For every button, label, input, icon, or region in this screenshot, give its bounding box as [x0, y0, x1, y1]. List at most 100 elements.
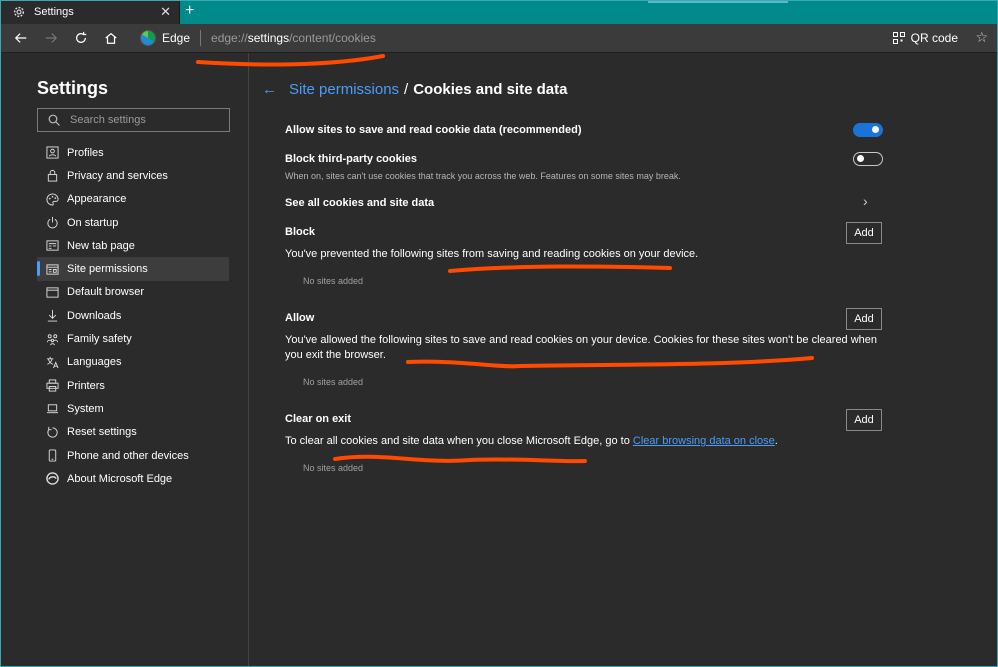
- clear-on-exit-desc: To clear all cookies and site data when …: [285, 435, 778, 447]
- sidebar-nav: Profiles Privacy and services Appearance…: [37, 141, 229, 490]
- home-button[interactable]: [96, 24, 126, 52]
- title-bar: Settings ✕ +: [0, 0, 998, 24]
- lock-icon: [47, 170, 57, 182]
- laptop-icon: [46, 404, 58, 414]
- clear-on-exit-empty-text: No sites added: [303, 463, 364, 473]
- arrow-right-icon: [45, 33, 58, 43]
- site-permissions-icon: [45, 264, 59, 275]
- plus-icon[interactable]: +: [185, 2, 194, 20]
- newtab-icon: [45, 240, 59, 251]
- sidebar-item-startup[interactable]: On startup: [37, 211, 229, 234]
- browser-label: Edge: [162, 31, 191, 45]
- block-third-party-title: Block third-party cookies: [285, 153, 418, 165]
- refresh-button[interactable]: [66, 24, 96, 52]
- sidebar-item-label: Phone and other devices: [67, 449, 189, 462]
- back-arrow-icon[interactable]: ←: [262, 81, 277, 98]
- qr-code-button[interactable]: QR code: [892, 24, 958, 52]
- address-bar[interactable]: Edge edge://settings/content/cookies: [140, 24, 376, 52]
- tab-settings[interactable]: Settings ✕: [0, 0, 180, 24]
- toggle-knob: [872, 126, 879, 133]
- sidebar-item-label: Site permissions: [67, 263, 148, 276]
- sidebar-item-label: Family safety: [67, 333, 132, 346]
- sidebar-item-label: Privacy and services: [67, 169, 168, 182]
- palette-icon: [46, 193, 59, 206]
- allow-section-desc: You've allowed the following sites to sa…: [285, 334, 878, 361]
- clear-browsing-data-link[interactable]: Clear browsing data on close: [633, 435, 775, 447]
- download-icon: [47, 310, 57, 322]
- block-empty-text: No sites added: [303, 276, 364, 286]
- close-icon[interactable]: ✕: [160, 4, 171, 20]
- qr-code-icon: [892, 32, 905, 44]
- page-title: Cookies and site data: [413, 81, 568, 98]
- browser-icon: [45, 287, 59, 298]
- power-icon: [46, 216, 58, 229]
- sidebar-item-label: Profiles: [67, 146, 104, 159]
- arrow-left-icon: [14, 33, 27, 43]
- sidebar-item-about[interactable]: About Microsoft Edge: [37, 467, 229, 490]
- sidebar-item-default-browser[interactable]: Default browser: [37, 281, 229, 304]
- allow-add-button[interactable]: Add: [846, 308, 882, 330]
- sidebar-item-new-tab[interactable]: New tab page: [37, 234, 229, 257]
- sidebar-item-languages[interactable]: Languages: [37, 351, 229, 374]
- reset-icon: [46, 426, 58, 438]
- chevron-right-icon[interactable]: ›: [863, 193, 868, 209]
- profile-icon: [45, 146, 59, 159]
- search-input[interactable]: [68, 113, 222, 127]
- edge-icon: [45, 472, 59, 486]
- back-button[interactable]: [6, 24, 36, 52]
- divider: [200, 30, 202, 46]
- clear-on-exit-title: Clear on exit: [285, 413, 352, 425]
- qr-code-label: QR code: [910, 31, 958, 45]
- breadcrumb-link[interactable]: Site permissions: [289, 81, 399, 98]
- sidebar-item-label: About Microsoft Edge: [67, 472, 173, 485]
- edge-icon: [140, 30, 156, 46]
- printer-icon: [45, 379, 59, 392]
- phone-icon: [48, 449, 56, 462]
- block-section-desc: You've prevented the following sites fro…: [285, 248, 699, 260]
- gear-icon: [13, 6, 25, 18]
- sidebar-item-privacy[interactable]: Privacy and services: [37, 164, 229, 187]
- clear-on-exit-add-button[interactable]: Add: [846, 409, 882, 431]
- toolbar: Edge edge://settings/content/cookies QR …: [0, 24, 998, 52]
- sidebar-item-label: Printers: [67, 379, 105, 392]
- sidebar-title: Settings: [37, 78, 109, 98]
- main-content: ← Site permissions / Cookies and site da…: [249, 53, 997, 666]
- sidebar-item-label: Appearance: [67, 193, 127, 206]
- sidebar-item-system[interactable]: System: [37, 397, 229, 420]
- star-icon[interactable]: ☆: [975, 29, 988, 46]
- refresh-icon: [76, 31, 87, 43]
- allow-section-title: Allow: [285, 312, 315, 324]
- allow-cookies-toggle[interactable]: [853, 123, 883, 137]
- search-box[interactable]: [37, 108, 230, 132]
- sidebar-item-printers[interactable]: Printers: [37, 374, 229, 397]
- sidebar-item-reset[interactable]: Reset settings: [37, 421, 229, 444]
- see-all-cookies-link[interactable]: See all cookies and site data: [285, 197, 434, 209]
- sidebar-item-label: Default browser: [67, 286, 145, 299]
- url-text[interactable]: edge://settings/content/cookies: [211, 31, 376, 45]
- sidebar-item-label: On startup: [67, 216, 119, 229]
- forward-button[interactable]: [36, 24, 66, 52]
- sidebar-item-label: Downloads: [67, 309, 122, 322]
- allow-empty-text: No sites added: [303, 377, 364, 387]
- sidebar-item-family-safety[interactable]: Family safety: [37, 327, 229, 350]
- search-icon: [48, 114, 60, 126]
- sidebar-item-appearance[interactable]: Appearance: [37, 188, 229, 211]
- sidebar-item-label: System: [67, 402, 104, 415]
- tab-title: Settings: [34, 6, 74, 18]
- home-icon: [105, 32, 117, 44]
- block-third-party-toggle[interactable]: [853, 152, 883, 166]
- accent-strip: [648, 0, 788, 3]
- allow-cookies-title: Allow sites to save and read cookie data…: [285, 124, 582, 136]
- breadcrumb: ← Site permissions / Cookies and site da…: [262, 81, 567, 98]
- sidebar-item-label: New tab page: [67, 239, 135, 252]
- sidebar-item-label: Languages: [67, 356, 122, 369]
- sidebar-item-downloads[interactable]: Downloads: [37, 304, 229, 327]
- sidebar-item-phone[interactable]: Phone and other devices: [37, 444, 229, 467]
- sidebar-item-profiles[interactable]: Profiles: [37, 141, 229, 164]
- sidebar-item-site-permissions[interactable]: Site permissions: [37, 257, 229, 281]
- sidebar-item-label: Reset settings: [67, 426, 137, 439]
- block-add-button[interactable]: Add: [846, 222, 882, 244]
- block-third-party-desc: When on, sites can't use cookies that tr…: [285, 171, 681, 181]
- sidebar: Settings Profiles Privacy and services A…: [1, 53, 249, 666]
- language-icon: [46, 356, 58, 369]
